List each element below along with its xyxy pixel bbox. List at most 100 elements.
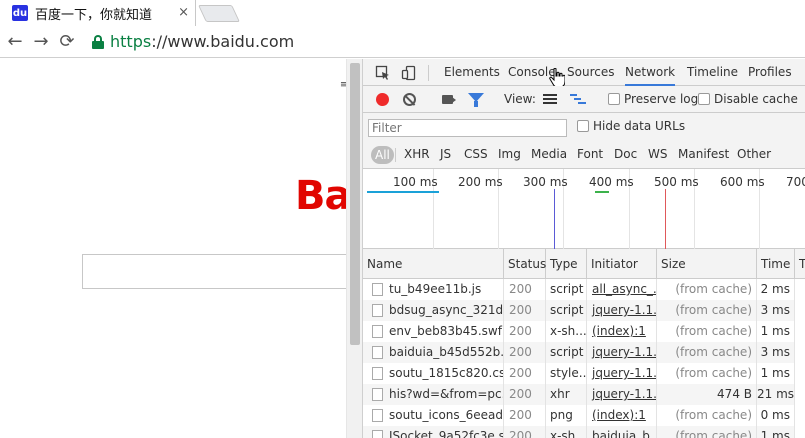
type-js[interactable]: JS: [440, 140, 451, 169]
hide-data-urls-checkbox[interactable]: [577, 120, 589, 132]
request-name: env_beb83b45.swf: [389, 324, 502, 338]
type-manifest[interactable]: Manifest: [678, 140, 729, 169]
filter-icon[interactable]: [468, 93, 484, 107]
tab-timeline[interactable]: Timeline: [687, 59, 738, 86]
table-row[interactable]: bdsug_async_321d... 200 script jquery-1.…: [363, 300, 805, 321]
cell-initiator[interactable]: all_async_...: [587, 279, 657, 300]
cell-size: (from cache): [657, 342, 757, 363]
baidu-logo: Ba: [295, 173, 346, 219]
cell-status: 200: [504, 426, 546, 438]
request-name: bdsug_async_321d...: [389, 303, 504, 317]
capture-screenshots-icon[interactable]: [442, 95, 456, 104]
type-xhr[interactable]: XHR: [404, 140, 430, 169]
column-status[interactable]: Status: [504, 249, 546, 279]
browser-toolbar: ← → ⟳ https://www.baidu.com: [0, 26, 805, 58]
cell-initiator[interactable]: jquery-1.1...: [587, 363, 657, 384]
type-all[interactable]: All: [371, 146, 394, 164]
cell-size: (from cache): [657, 300, 757, 321]
url-scheme: https: [110, 32, 152, 51]
preserve-log-checkbox[interactable]: [608, 93, 620, 105]
page-scrollbar[interactable]: [346, 59, 362, 438]
search-input[interactable]: [82, 254, 346, 289]
address-bar[interactable]: https://www.baidu.com: [110, 32, 294, 51]
column-size[interactable]: Size: [657, 249, 757, 279]
type-divider: [395, 148, 396, 162]
cell-status: 200: [504, 405, 546, 426]
tab-close-icon[interactable]: ×: [178, 6, 189, 19]
cell-type: script: [546, 279, 587, 300]
cell-time: 1 ms: [757, 321, 795, 342]
record-icon[interactable]: [376, 93, 389, 106]
cell-type: script: [546, 342, 587, 363]
tick-label: 600 ms: [720, 175, 765, 189]
table-row[interactable]: soutu_icons_6eead... 200 png (index):1 (…: [363, 405, 805, 426]
cell-initiator[interactable]: jquery-1.1...: [587, 300, 657, 321]
hand-cursor-icon: [549, 68, 565, 88]
filter-bar: Hide data URLs: [363, 113, 805, 140]
type-media[interactable]: Media: [531, 140, 567, 169]
table-row[interactable]: tu_b49ee11b.js 200 script all_async_... …: [363, 279, 805, 300]
file-icon: [372, 430, 383, 438]
tick-label: 400 ms: [589, 175, 634, 189]
preserve-log-label: Preserve log: [624, 92, 699, 106]
scrollbar-thumb[interactable]: [350, 63, 360, 345]
forward-arrow-icon[interactable]: →: [30, 31, 52, 53]
column-time[interactable]: Time: [757, 249, 795, 279]
browser-tab[interactable]: du 百度一下，你就知道 ×: [6, 0, 196, 26]
type-css[interactable]: CSS: [464, 140, 488, 169]
type-ws[interactable]: WS: [648, 140, 667, 169]
cell-size: (from cache): [657, 279, 757, 300]
request-name: soutu_1815c820.css: [389, 366, 504, 380]
cell-size: (from cache): [657, 405, 757, 426]
type-other[interactable]: Other: [737, 140, 771, 169]
cell-name: tu_b49ee11b.js: [363, 279, 504, 300]
waterfall-icon[interactable]: [570, 94, 586, 106]
large-rows-icon[interactable]: [543, 94, 557, 105]
inspect-element-icon[interactable]: [375, 65, 391, 81]
column-type[interactable]: Type: [546, 249, 587, 279]
disable-cache-checkbox[interactable]: [698, 93, 710, 105]
column-name[interactable]: Name: [363, 249, 504, 279]
tick-label: 700: [786, 175, 805, 189]
devtools-tab-bar: Elements Console Sources Network Timelin…: [363, 59, 805, 88]
clear-icon[interactable]: [403, 93, 416, 106]
column-timeline[interactable]: T: [795, 249, 805, 279]
table-row[interactable]: his?wd=&from=pc... 200 xhr jquery-1.1...…: [363, 384, 805, 405]
cell-type: xhr: [546, 384, 587, 405]
cell-status: 200: [504, 279, 546, 300]
tick-label: 500 ms: [654, 175, 699, 189]
cell-initiator[interactable]: jquery-1.1...: [587, 342, 657, 363]
filter-input[interactable]: [368, 119, 567, 137]
requests-table: Name Status Type Initiator Size Time T t…: [363, 249, 805, 438]
tab-elements[interactable]: Elements: [444, 59, 500, 86]
table-row[interactable]: JSocket_9a52fc3e.s... 200 x-sh... baidui…: [363, 426, 805, 438]
new-tab-button[interactable]: [198, 5, 240, 22]
table-row[interactable]: env_beb83b45.swf 200 x-sh... (index):1 (…: [363, 321, 805, 342]
reload-icon[interactable]: ⟳: [56, 31, 78, 53]
type-doc[interactable]: Doc: [614, 140, 637, 169]
tab-sources[interactable]: Sources: [567, 59, 614, 86]
type-img[interactable]: Img: [498, 140, 521, 169]
column-initiator[interactable]: Initiator: [587, 249, 657, 279]
cell-status: 200: [504, 342, 546, 363]
cell-initiator[interactable]: (index):1: [587, 405, 657, 426]
cell-name: soutu_icons_6eead...: [363, 405, 504, 426]
lock-icon: [92, 34, 104, 49]
cell-initiator[interactable]: (index):1: [587, 321, 657, 342]
cell-size: (from cache): [657, 426, 757, 438]
back-arrow-icon[interactable]: ←: [4, 31, 26, 53]
tab-profiles[interactable]: Profiles: [748, 59, 792, 86]
table-scrollbar[interactable]: [795, 279, 805, 438]
request-name: tu_b49ee11b.js: [389, 282, 482, 296]
cell-time: 3 ms: [757, 300, 795, 321]
device-mode-icon[interactable]: [401, 65, 417, 81]
type-font[interactable]: Font: [577, 140, 603, 169]
request-name: his?wd=&from=pc...: [389, 387, 504, 401]
table-row[interactable]: soutu_1815c820.css 200 style... jquery-1…: [363, 363, 805, 384]
table-row[interactable]: baiduia_b45d552b.js 200 script jquery-1.…: [363, 342, 805, 363]
cell-initiator[interactable]: jquery-1.1...: [587, 384, 657, 405]
network-overview[interactable]: 100 ms 200 ms 300 ms 400 ms 500 ms 600 m…: [363, 169, 805, 249]
cell-initiator[interactable]: baiduia_b...: [587, 426, 657, 438]
load-event-line: [665, 189, 666, 249]
tab-network[interactable]: Network: [625, 59, 676, 86]
